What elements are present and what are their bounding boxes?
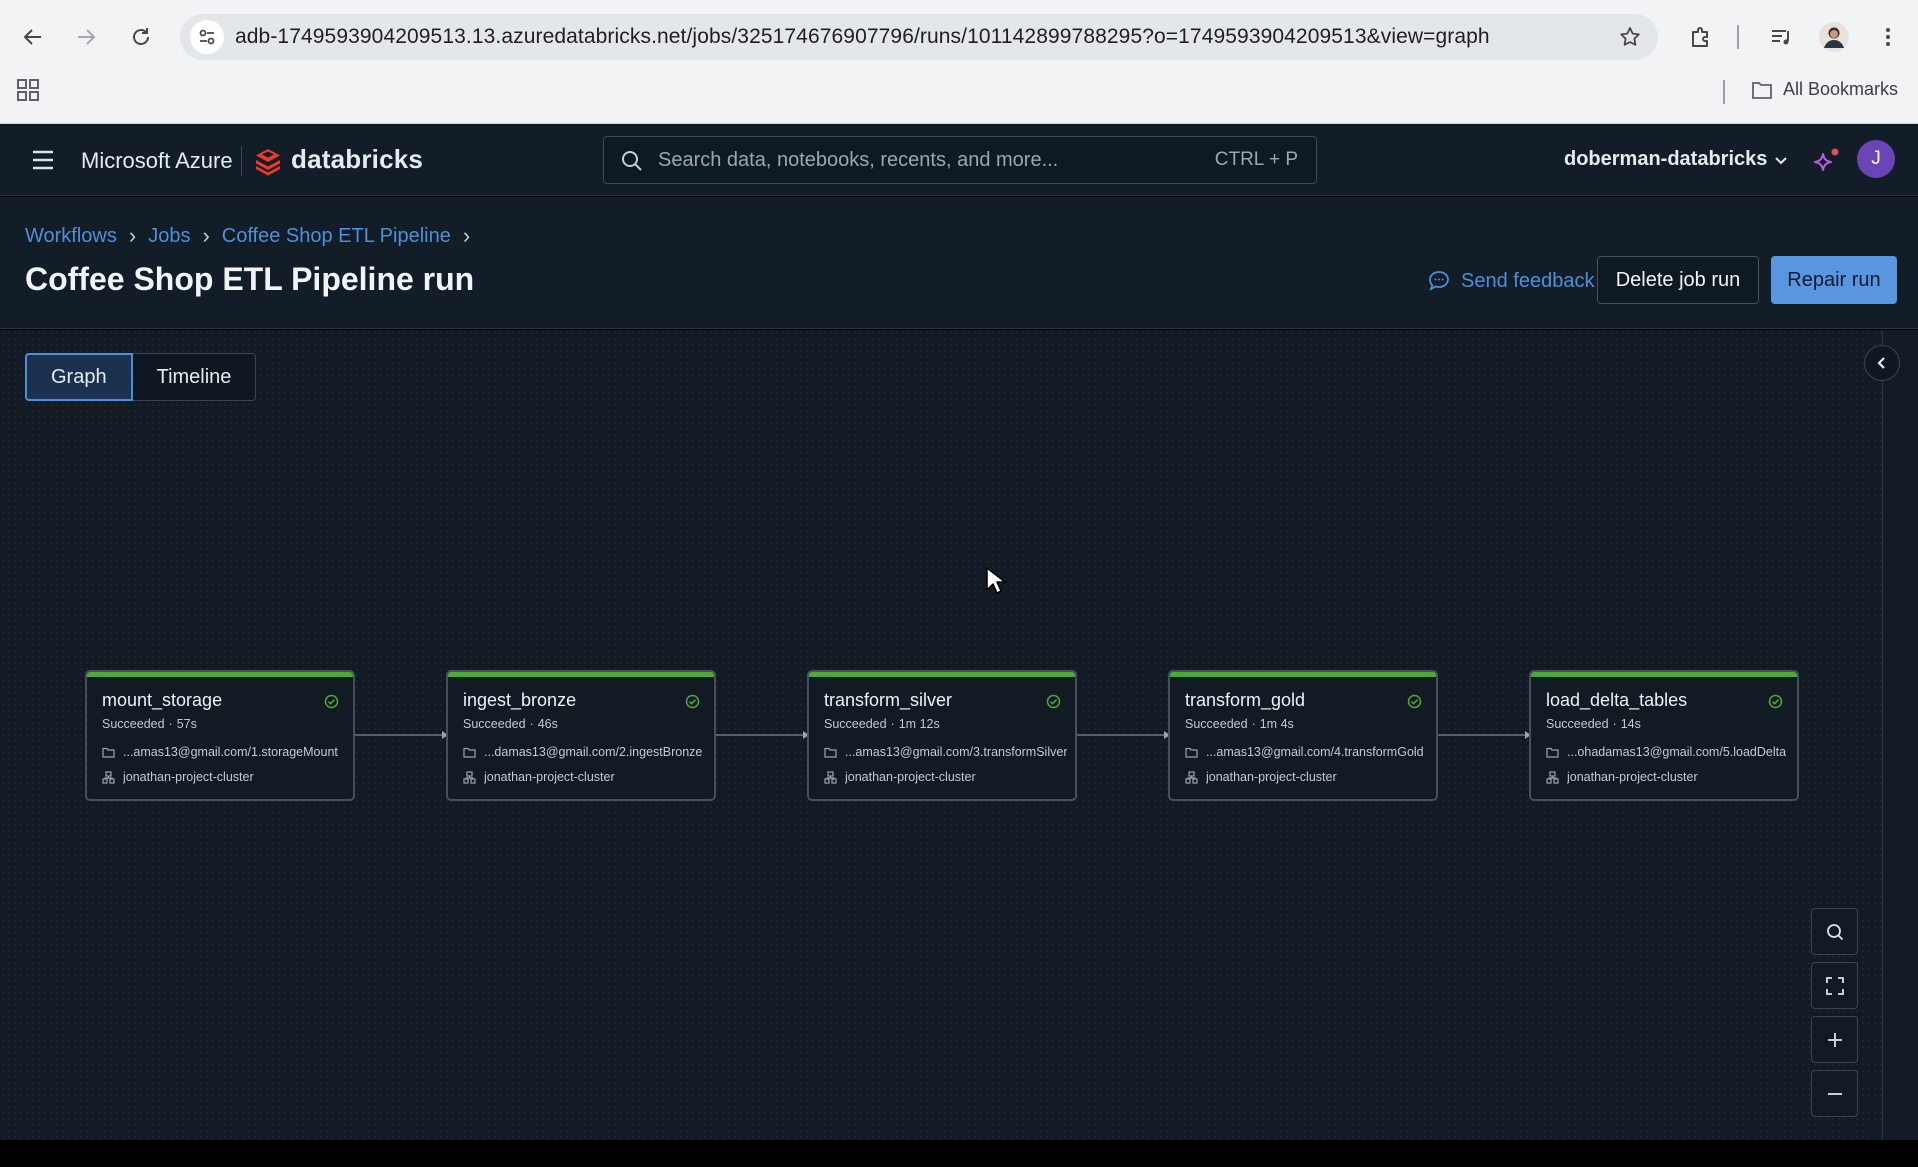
task-meta: Succeeded · 1m 12s	[824, 717, 940, 731]
task-duration: 57s	[176, 717, 197, 731]
screen: adb-1749593904209513.13.azuredatabricks.…	[0, 0, 1918, 1167]
task-duration: 1m 4s	[1259, 717, 1294, 731]
task-name: mount_storage	[102, 690, 223, 710]
check-circle-icon	[1407, 694, 1422, 709]
edge-gold-to-load	[1438, 731, 1531, 739]
zoom-out-button[interactable]	[1811, 1070, 1858, 1117]
task-cluster: jonathan-project-cluster	[1546, 770, 1698, 784]
task-notebook-path: ...amas13@gmail.com/4.transformGold	[1185, 745, 1424, 759]
check-circle-icon	[324, 694, 339, 709]
bottom-band	[0, 1140, 1918, 1167]
task-name: ingest_bronze	[463, 690, 577, 710]
fit-view-icon	[1825, 976, 1844, 995]
minus-icon	[1827, 1092, 1842, 1095]
cluster-icon	[463, 770, 476, 784]
search-icon	[1826, 923, 1843, 940]
graph-search-button[interactable]	[1811, 908, 1858, 955]
task-cluster: jonathan-project-cluster	[824, 770, 976, 784]
task-node-mount-storage[interactable]: mount_storage Succeeded · 57s ...amas13@gm…	[85, 670, 355, 801]
zoom-in-button[interactable]	[1811, 1016, 1858, 1063]
dependency-edges	[355, 731, 1531, 739]
plus-icon	[1827, 1032, 1842, 1047]
task-notebook-path: ...ohadamas13@gmail.com/5.loadDelta	[1546, 745, 1786, 759]
task-notebook-path: ...damas13@gmail.com/2.ingestBronze	[463, 745, 702, 759]
folder-icon	[1185, 747, 1198, 758]
task-cluster: jonathan-project-cluster	[463, 770, 615, 784]
mouse-pointer-icon	[986, 567, 1006, 594]
task-name: load_delta_tables	[1546, 690, 1688, 710]
task-status: Succeeded	[1185, 717, 1248, 731]
status-bar	[809, 672, 1075, 677]
task-status: Succeeded	[463, 717, 526, 731]
status-bar	[1531, 672, 1797, 677]
task-duration: 1m 12s	[898, 717, 940, 731]
edge-mount-to-ingest	[355, 731, 448, 739]
task-name: transform_gold	[1185, 690, 1306, 710]
task-status: Succeeded	[1546, 717, 1609, 731]
task-name: transform_silver	[824, 690, 953, 710]
task-node-transform-silver[interactable]: transform_silver Succeeded · 1m 12s ...ama…	[807, 670, 1077, 801]
task-node-load-delta-tables[interactable]: load_delta_tables Succeeded · 14s ...ohada…	[1529, 670, 1799, 801]
task-status: Succeeded	[102, 717, 165, 731]
edge-silver-to-gold	[1077, 731, 1170, 739]
task-duration: 14s	[1620, 717, 1641, 731]
task-cluster: jonathan-project-cluster	[1185, 770, 1337, 784]
fit-view-button[interactable]	[1811, 962, 1858, 1009]
cluster-icon	[1185, 770, 1198, 784]
task-notebook-path: ...amas13@gmail.com/3.transformSilver	[824, 745, 1067, 759]
status-bar	[1170, 672, 1436, 677]
check-circle-icon	[1046, 694, 1061, 709]
task-node-ingest-bronze[interactable]: ingest_bronze Succeeded · 46s ...damas13@g…	[446, 670, 716, 801]
status-bar	[87, 672, 353, 677]
task-meta: Succeeded · 1m 4s	[1185, 717, 1294, 731]
folder-icon	[102, 747, 115, 758]
task-status: Succeeded	[824, 717, 887, 731]
check-circle-icon	[685, 694, 700, 709]
cluster-icon	[824, 770, 837, 784]
folder-icon	[463, 747, 476, 758]
task-node-transform-gold[interactable]: transform_gold Succeeded · 1m 4s ...amas13…	[1168, 670, 1438, 801]
task-meta: Succeeded · 14s	[1546, 717, 1641, 731]
folder-icon	[1546, 747, 1559, 758]
task-meta: Succeeded · 46s	[463, 717, 558, 731]
status-bar	[448, 672, 714, 677]
check-circle-icon	[1768, 694, 1783, 709]
folder-icon	[824, 747, 837, 758]
task-cluster: jonathan-project-cluster	[102, 770, 254, 784]
task-notebook-path: ...amas13@gmail.com/1.storageMount	[102, 745, 338, 759]
cluster-icon	[102, 770, 115, 784]
cluster-icon	[1546, 770, 1559, 784]
task-duration: 46s	[537, 717, 558, 731]
edge-ingest-to-silver	[716, 731, 809, 739]
task-meta: Succeeded · 57s	[102, 717, 197, 731]
